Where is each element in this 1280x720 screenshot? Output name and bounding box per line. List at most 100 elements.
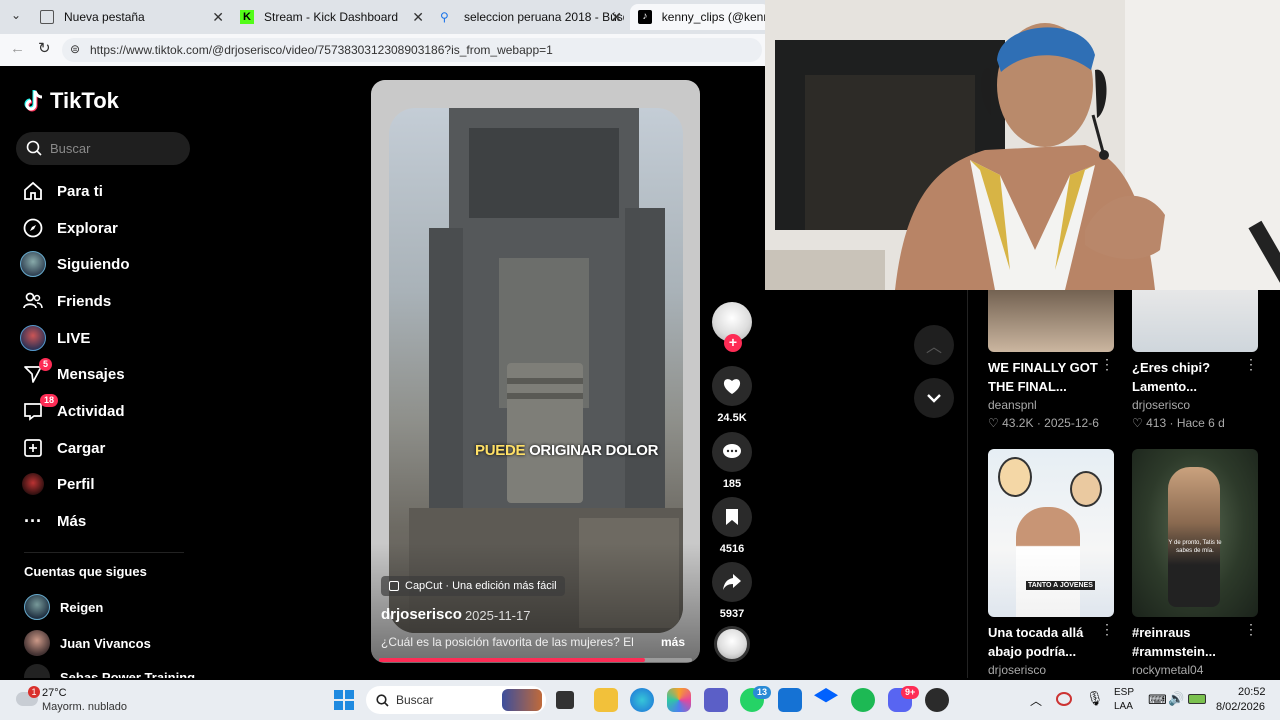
reload-icon[interactable]: ↻ — [38, 39, 51, 57]
tiktok-logo[interactable]: TikTok — [24, 88, 119, 114]
nav-item-para-ti[interactable]: Para ti — [20, 176, 103, 206]
kebab-menu-icon[interactable]: ⋮ — [1100, 621, 1114, 638]
taskbar-search[interactable]: Buscar — [366, 686, 546, 714]
nav-item-siguiendo[interactable]: Siguiendo — [20, 249, 130, 279]
video-progress-bar[interactable] — [379, 658, 692, 662]
nav-item-friends[interactable]: Friends — [20, 286, 111, 316]
thumb-caption: Y de pronto, Tatis te sabes de mía. — [1168, 540, 1222, 554]
microphone-icon[interactable]: 🎙 — [1086, 690, 1104, 707]
clock-date[interactable]: 8/02/2026 — [1216, 701, 1265, 713]
messages-badge: 5 — [38, 358, 52, 371]
volume-icon[interactable]: 🔊 — [1168, 691, 1184, 707]
back-arrow-icon[interactable]: ← — [10, 40, 25, 57]
close-tab-icon[interactable]: ✕ — [412, 9, 424, 26]
tab-search[interactable]: ⚲ seleccion peruana 2018 - Búsqued ✕ — [432, 4, 630, 30]
compass-icon — [20, 215, 46, 241]
card-title: Una tocada allá abajo podría... — [988, 625, 1084, 659]
tab-kenny-clips[interactable]: ♪ kenny_clips (@kennyclip — [630, 4, 770, 30]
capcut-tag[interactable]: CapCut · Una edición más fácil — [381, 576, 565, 596]
language-indicator-1[interactable]: ESP — [1114, 687, 1134, 698]
chevron-up-icon: ︿ — [925, 339, 942, 356]
close-tab-icon[interactable]: ✕ — [610, 9, 622, 26]
doctor-person — [1016, 507, 1080, 617]
nav-item-mensajes[interactable]: 5 Mensajes — [20, 358, 125, 389]
chevron-down-icon — [927, 394, 941, 403]
clock-time[interactable]: 20:52 — [1238, 686, 1266, 698]
search-icon — [26, 140, 42, 156]
close-tab-icon[interactable]: ✕ — [212, 9, 224, 26]
kick-logo-icon: K — [240, 10, 254, 24]
language-indicator-2[interactable]: LAA — [1114, 701, 1133, 712]
nav-item-explorar[interactable]: Explorar — [20, 213, 118, 243]
recommended-card[interactable]: TANTO A JÓVENES Una tocada allá abajo po… — [988, 449, 1114, 677]
site-info-icon[interactable]: ⊜ — [70, 42, 80, 56]
tab-actions-dropdown[interactable]: ⌄ — [6, 8, 26, 26]
search-input[interactable]: Buscar — [16, 132, 190, 165]
nav-label: Friends — [57, 292, 112, 310]
nav-item-mas[interactable]: ··· Más — [20, 506, 86, 536]
next-video-button[interactable] — [914, 378, 954, 418]
kebab-menu-icon[interactable]: ⋮ — [1100, 356, 1114, 373]
teams-icon[interactable] — [704, 688, 728, 712]
music-disc-button[interactable] — [712, 626, 752, 662]
nav-item-perfil[interactable]: Perfil — [20, 469, 95, 499]
kebab-menu-icon[interactable]: ⋮ — [1244, 356, 1258, 373]
kebab-menu-icon[interactable]: ⋮ — [1244, 621, 1258, 638]
tab-label: seleccion peruana 2018 - Búsqued — [464, 10, 624, 24]
tiktok-note-icon — [24, 90, 43, 112]
share-button[interactable]: 5937 — [712, 562, 752, 620]
video-player[interactable]: PUEDE ORIGINAR DOLOR CapCut · Una edició… — [371, 80, 700, 663]
previous-video-button[interactable]: ︿ — [914, 325, 954, 365]
heart-outline-icon: ♡ — [988, 416, 999, 430]
tab-new-tab[interactable]: Nueva pestaña ✕ — [32, 4, 232, 30]
weather-badge: 1 — [28, 686, 40, 698]
weather-widget[interactable]: 1 27°C Mayorm. nublado — [12, 684, 142, 716]
nav-item-live[interactable]: LIVE — [20, 323, 90, 353]
save-button[interactable]: 4516 — [712, 497, 752, 555]
following-item[interactable]: Juan Vivancos — [24, 630, 151, 656]
video-thumbnail — [1132, 284, 1258, 352]
recommended-card[interactable]: ¿Eres chipi? Lamento... ⋮ drjoserisco ♡ … — [1132, 284, 1258, 430]
save-count: 4516 — [719, 543, 745, 555]
file-explorer-icon[interactable] — [594, 688, 618, 712]
nav-label: Para ti — [57, 182, 103, 200]
following-name: Juan Vivancos — [60, 635, 151, 651]
chevron-up-icon[interactable]: ︿ — [1030, 692, 1042, 709]
nav-label: Explorar — [57, 219, 118, 237]
comment-button[interactable]: 185 — [712, 432, 752, 490]
avatar — [24, 594, 50, 620]
recommended-card[interactable]: WE FINALLY GOT THE FINAL... ⋮ deanspnl ♡… — [988, 284, 1114, 430]
edge-browser-icon[interactable] — [630, 688, 654, 712]
url-field[interactable]: ⊜ https://www.tiktok.com/@drjoserisco/vi… — [62, 38, 762, 62]
card-user: drjoserisco — [988, 663, 1047, 677]
performer-figure — [1168, 467, 1220, 607]
copilot-icon[interactable] — [667, 688, 691, 712]
author-avatar-button[interactable]: + — [712, 302, 752, 352]
card-title: #reinraus #rammstein... — [1132, 625, 1216, 659]
obs-icon[interactable] — [925, 688, 949, 712]
more-link[interactable]: más — [661, 635, 685, 649]
store-icon[interactable] — [778, 688, 802, 712]
follow-plus-icon[interactable]: + — [724, 334, 742, 352]
tab-kick-dashboard[interactable]: K Stream - Kick Dashboard ✕ — [232, 4, 432, 30]
card-user: rockymetal04 — [1132, 663, 1204, 677]
battery-icon[interactable] — [1188, 694, 1206, 704]
dropbox-icon[interactable] — [814, 688, 838, 703]
following-item[interactable]: Reigen — [24, 594, 103, 620]
nav-item-cargar[interactable]: Cargar — [20, 433, 105, 463]
search-highlight-icon — [502, 689, 542, 711]
nav-label: LIVE — [57, 329, 91, 347]
spotify-icon[interactable] — [851, 688, 875, 712]
network-icon[interactable]: ⌨ — [1148, 692, 1167, 708]
video-author[interactable]: drjoserisco — [381, 606, 462, 623]
recommended-card[interactable]: Y de pronto, Tatis te sabes de mía. #rei… — [1132, 449, 1258, 677]
task-view-icon[interactable] — [556, 691, 574, 709]
windows-start-icon[interactable] — [334, 690, 354, 710]
tray-app-icon[interactable] — [1056, 692, 1072, 706]
nav-item-actividad[interactable]: 18 Actividad — [20, 394, 125, 426]
like-button[interactable]: 24.5K — [712, 366, 752, 424]
card-user: deanspnl — [988, 398, 1037, 412]
following-item[interactable]: Sebas Power Training — [24, 664, 195, 678]
cartoon-face-right — [1070, 471, 1102, 507]
video-description: ¿Cuál es la posición favorita de las muj… — [381, 635, 634, 649]
